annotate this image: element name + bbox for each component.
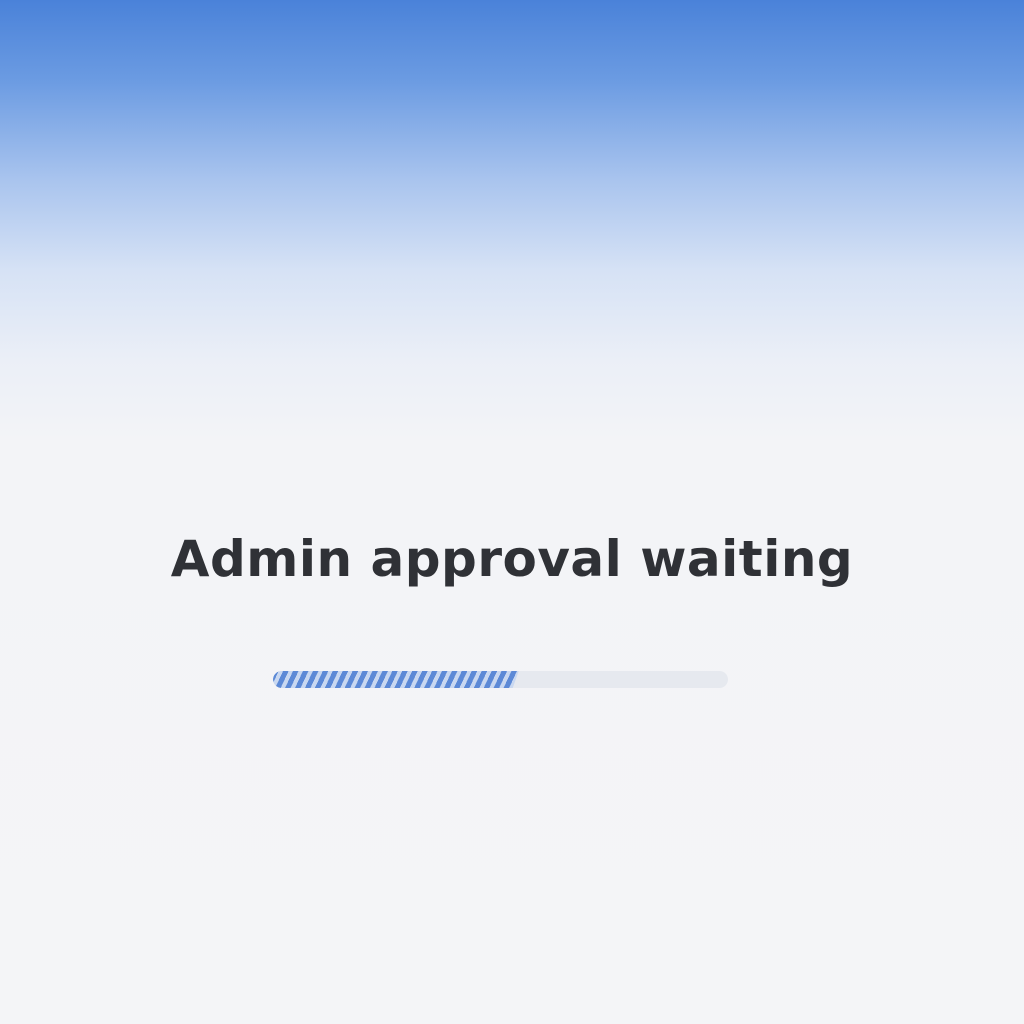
- progress-bar: [273, 671, 728, 688]
- progress-fill: [273, 671, 519, 688]
- status-title: Admin approval waiting: [170, 530, 854, 588]
- approval-waiting-screen: Admin approval waiting: [0, 0, 1024, 1024]
